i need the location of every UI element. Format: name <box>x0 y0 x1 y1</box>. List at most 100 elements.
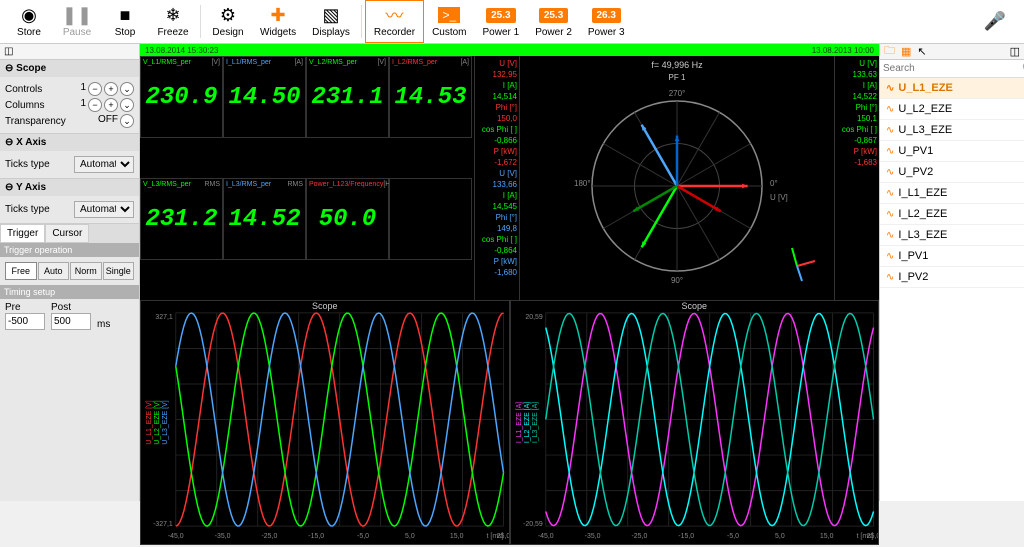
mode-norm-button[interactable]: Norm <box>70 262 102 280</box>
channel-item[interactable]: ∿U_L3_EZE <box>880 120 1024 141</box>
channel-item[interactable]: ∿I_L1_EZE <box>880 183 1024 204</box>
info-value: P [kW] <box>837 147 877 156</box>
post-input[interactable] <box>51 313 91 330</box>
info-value: Phi [°] <box>837 103 877 112</box>
panel-toggle-icon[interactable]: ◫ <box>4 46 13 57</box>
signal-icon: ∿ <box>886 125 894 136</box>
power3-button[interactable]: 26.3Power 3 <box>580 0 633 43</box>
channel-item[interactable]: ∿U_PV2 <box>880 162 1024 183</box>
info-value: Phi [°] <box>477 103 517 112</box>
meter-cell[interactable]: V_L1/RMS_per[V]230.9 <box>140 56 223 138</box>
svg-text:5,0: 5,0 <box>775 533 785 540</box>
controls-value: 1 <box>80 82 86 96</box>
power-badge-icon: 26.3 <box>592 5 621 25</box>
channel-item[interactable]: ∿U_PV1 <box>880 141 1024 162</box>
scope-right[interactable]: Scope 20,59-20,59-45,0-35,0-25,0-15,0-5,… <box>510 300 880 545</box>
meter-cell[interactable]: I_L1/RMS_per[A]14.50 <box>223 56 306 138</box>
info-value: 14,545 <box>477 202 517 211</box>
mode-auto-button[interactable]: Auto <box>38 262 70 280</box>
info-value: -0,866 <box>477 136 517 145</box>
scope-left[interactable]: Scope 327,1-327,1-45,0-35,0-25,0-15,0-5,… <box>140 300 510 545</box>
info-value: U [V] <box>477 59 517 68</box>
meter-cell[interactable]: I_L3/RMS_perRMS14.52 <box>223 178 306 260</box>
left-panel: ◫ ⊖ Scope Controls 1 − + ⌄ Columns 1 − +… <box>0 44 140 501</box>
stop-button[interactable]: ■Stop <box>101 0 149 43</box>
info-value: -0,864 <box>477 246 517 255</box>
svg-text:PF 1: PF 1 <box>669 73 686 82</box>
expand-icon[interactable]: ⊖ <box>5 137 13 148</box>
columns-plus-button[interactable]: + <box>104 98 118 112</box>
expand-icon[interactable]: ⊖ <box>5 182 13 193</box>
channel-item[interactable]: ∿U_L2_EZE <box>880 99 1024 120</box>
meter-cell[interactable] <box>389 178 472 260</box>
pre-input[interactable] <box>5 313 45 330</box>
svg-text:90°: 90° <box>671 276 683 285</box>
trigger-operation-head: Trigger operation <box>0 243 139 257</box>
svg-text:-20,59: -20,59 <box>523 521 543 528</box>
columns-opts-button[interactable]: ⌄ <box>120 98 134 112</box>
xaxis-ticks-select[interactable]: Automatic <box>74 156 134 173</box>
svg-text:-15,0: -15,0 <box>678 533 694 540</box>
channel-item[interactable]: ∿I_PV1 <box>880 246 1024 267</box>
freeze-button[interactable]: ❄Freeze <box>149 0 197 43</box>
info-value: I [A] <box>477 191 517 200</box>
status-bar: 13.08.2014 15:30:23 13.08.2013 10:00 <box>140 44 879 56</box>
displays-button[interactable]: ▧Displays <box>304 0 358 43</box>
meter-cell[interactable]: V_L2/RMS_per[V]231.1 <box>306 56 389 138</box>
svg-text:I_L3_EZE [A]: I_L3_EZE [A] <box>531 402 538 443</box>
custom-button[interactable]: >_Custom <box>424 0 474 43</box>
svg-text:I_L1_EZE [A]: I_L1_EZE [A] <box>515 402 522 443</box>
power2-button[interactable]: 25.3Power 2 <box>527 0 580 43</box>
power1-button[interactable]: 25.3Power 1 <box>475 0 528 43</box>
recorder-button[interactable]: 〰Recorder <box>365 0 424 43</box>
design-button[interactable]: ⚙Design <box>204 0 252 43</box>
controls-opts-button[interactable]: ⌄ <box>120 82 134 96</box>
tab-trigger[interactable]: Trigger <box>0 224 45 243</box>
info-value: 133,66 <box>477 180 517 189</box>
pause-button[interactable]: ❚❚Pause <box>53 0 101 43</box>
mode-free-button[interactable]: Free <box>5 262 37 280</box>
mode-single-button[interactable]: Single <box>103 262 135 280</box>
svg-text:f= 49,996 Hz: f= 49,996 Hz <box>651 60 703 70</box>
channel-item[interactable]: ∿I_L2_EZE <box>880 204 1024 225</box>
widgets-button[interactable]: ✚Widgets <box>252 0 304 43</box>
search-icon[interactable]: 🔍 <box>1018 62 1024 75</box>
meter-cell[interactable]: I_L2/RMS_per[A]14.53 <box>389 56 472 138</box>
meter-cell[interactable]: Power_L123/Frequency[Hz]50.0 <box>306 178 389 260</box>
svg-text:-45,0: -45,0 <box>168 533 184 540</box>
info-value: 150,1 <box>837 114 877 123</box>
channel-list: ∿U_L1_EZE∿U_L2_EZE∿U_L3_EZE∿U_PV1∿U_PV2∿… <box>880 78 1024 501</box>
channel-item[interactable]: ∿U_L1_EZE <box>880 78 1024 99</box>
controls-minus-button[interactable]: − <box>88 82 102 96</box>
info-value: cos Phi [ ] <box>477 125 517 134</box>
controls-plus-button[interactable]: + <box>104 82 118 96</box>
info-value: -1,683 <box>837 158 877 167</box>
scope-section-title: Scope <box>16 63 46 74</box>
transparency-value: OFF <box>98 114 118 128</box>
panel-toggle-icon[interactable]: ◫ <box>1010 45 1020 58</box>
polar-widget[interactable]: f= 49,996 HzPF 1270°0°90°180°U [V] <box>519 56 834 300</box>
ticks-label: Ticks type <box>5 204 50 215</box>
columns-minus-button[interactable]: − <box>88 98 102 112</box>
store-button[interactable]: ◉Store <box>5 0 53 43</box>
channel-item[interactable]: ∿I_PV2 <box>880 267 1024 288</box>
svg-text:-25,0: -25,0 <box>261 533 277 540</box>
channel-item[interactable]: ∿I_L3_EZE <box>880 225 1024 246</box>
displays-icon: ▧ <box>323 5 340 25</box>
info-column-left: U [V]132,95I [A]14,514Phi [°]150,0cos Ph… <box>474 56 519 300</box>
meter-cell[interactable]: V_L3/RMS_perRMS231.2 <box>140 178 223 260</box>
svg-text:-5,0: -5,0 <box>727 533 739 540</box>
expand-icon[interactable]: ⊖ <box>5 63 13 74</box>
yaxis-ticks-select[interactable]: Automatic <box>74 201 134 218</box>
folder-icon[interactable]: 🗀 <box>884 42 895 61</box>
search-input[interactable] <box>880 60 1018 77</box>
tab-cursor[interactable]: Cursor <box>45 224 89 243</box>
transparency-toggle-button[interactable]: ⌄ <box>120 114 134 128</box>
calendar-icon[interactable]: ▦ <box>901 45 911 58</box>
mic-button[interactable]: 🎤 <box>971 0 1019 43</box>
svg-text:-327,1: -327,1 <box>153 521 173 528</box>
cursor-icon[interactable]: ↖ <box>917 45 926 58</box>
transparency-label: Transparency <box>5 116 66 127</box>
status-right: 13.08.2013 10:00 <box>812 46 874 55</box>
svg-text:5,0: 5,0 <box>405 533 415 540</box>
